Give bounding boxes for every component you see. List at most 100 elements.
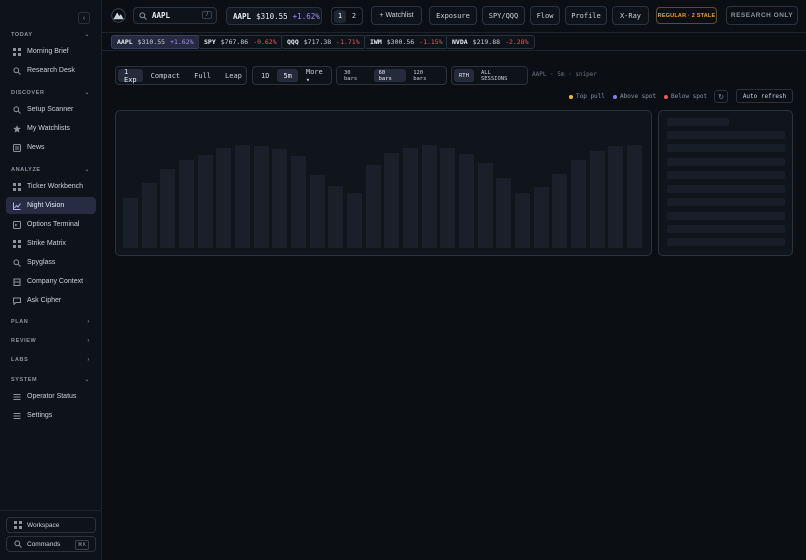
expiry-full[interactable]: Full [188, 69, 217, 82]
spy-qqq-button[interactable]: SPY/QQQ [482, 6, 525, 25]
legend-above-spot: Above spot [613, 93, 656, 100]
add-watchlist-button[interactable]: + Watchlist [371, 6, 422, 25]
list-icon [12, 392, 21, 401]
exposure-button[interactable]: Exposure [429, 6, 477, 25]
sidebar-item-ask-cipher[interactable]: Ask Cipher [6, 292, 96, 309]
skeleton-bar [310, 175, 325, 248]
skeleton-line [667, 198, 785, 206]
commands-shortcut: ⌘K [74, 540, 89, 550]
search-input[interactable] [152, 11, 202, 20]
legend-top-pull: Top pull [569, 93, 605, 100]
section-system[interactable]: SYSTEM ⌄ [11, 376, 90, 384]
sidebar-item-my-watchlists[interactable]: My Watchlists [6, 120, 96, 137]
flow-button[interactable]: Flow [530, 6, 560, 25]
sidebar-item-label: Ticker Workbench [27, 183, 84, 190]
skeleton-bar [216, 148, 231, 248]
skeleton-bar [384, 153, 399, 248]
active-quote[interactable]: AAPL $310.55 +1.62% [226, 7, 322, 25]
skeleton-bar [627, 145, 642, 248]
profile-button[interactable]: Profile [565, 6, 607, 25]
timeframe-1d[interactable]: 1D [255, 69, 275, 82]
sidebar-item-ticker-workbench[interactable]: Ticker Workbench [6, 178, 96, 195]
skeleton-line [667, 144, 785, 152]
sidebar-item-label: Setup Scanner [27, 106, 74, 113]
ticker-search[interactable]: / [133, 7, 217, 24]
sidebar-item-options-terminal[interactable]: Options Terminal [6, 216, 96, 233]
top-bar: / AAPL $310.55 +1.62% 1 2 + Watchlist Ex… [102, 0, 806, 32]
sidebar-item-label: Research Desk [27, 67, 75, 74]
session-rth[interactable]: RTH [454, 69, 474, 82]
timeframe-more[interactable]: More ▾ [300, 68, 329, 84]
tape-item-nvda[interactable]: NVDA $219.88 -2.28% [446, 35, 535, 49]
chevron-down-icon: ⌄ [84, 167, 90, 173]
skeleton-line [667, 225, 785, 233]
sidebar-item-company-context[interactable]: Company Context [6, 273, 96, 290]
section-today[interactable]: TODAY ⌄ [11, 31, 90, 39]
sidebar-item-research-desk[interactable]: Research Desk [6, 62, 96, 79]
auto-refresh-button[interactable]: Auto refresh [736, 89, 793, 103]
workspace-label: Workspace [27, 521, 60, 529]
chart-context-label: AAPL · 5m · sniper [532, 71, 598, 78]
grid-icon [12, 47, 21, 56]
search-icon [13, 540, 22, 549]
sidebar-item-label: Night Vision [27, 202, 65, 209]
sidebar-item-strike-matrix[interactable]: Strike Matrix [6, 235, 96, 252]
sidebar-divider [0, 510, 102, 511]
skeleton-line [667, 118, 729, 126]
sidebar-item-news[interactable]: News [6, 139, 96, 156]
tape-item-iwm[interactable]: IWM $300.56 -1.15% [364, 35, 449, 49]
skeleton-line [667, 238, 785, 246]
sidebar-item-label: News [27, 144, 45, 151]
sidebar-item-setup-scanner[interactable]: Setup Scanner [6, 101, 96, 118]
skeleton-bar [198, 155, 213, 248]
chevron-right-icon: › [87, 338, 90, 344]
section-labs[interactable]: LABS › [11, 357, 90, 363]
skeleton-bar [478, 163, 493, 248]
section-plan[interactable]: PLAN › [11, 319, 90, 325]
skeleton-bar [366, 165, 381, 248]
skeleton-line [667, 185, 785, 193]
quote-price: $310.55 [256, 11, 288, 21]
sidebar-item-label: Settings [27, 412, 53, 419]
workspace-button[interactable]: Workspace [6, 517, 96, 533]
commands-button[interactable]: Commands ⌘K [6, 536, 96, 552]
skeleton-line [667, 131, 785, 139]
ticker-tape: AAPL $310.55 +1.62% SPY $767.86 -0.62% Q… [102, 32, 806, 51]
session-all[interactable]: ALL SESSIONS [476, 69, 525, 82]
section-discover[interactable]: DISCOVER ⌄ [11, 89, 90, 97]
sidebar-item-operator-status[interactable]: Operator Status [6, 388, 96, 405]
layout-option-1[interactable]: 1 [334, 9, 346, 23]
collapse-sidebar-button[interactable]: ‹ [78, 12, 90, 24]
x-ray-button[interactable]: X-Ray [612, 6, 649, 25]
skeleton-bar [534, 187, 549, 248]
expiry-selector: 1 Exp Compact Full Leap [115, 66, 247, 85]
section-review[interactable]: REVIEW › [11, 338, 90, 344]
grid-icon [12, 182, 21, 191]
sidebar-item-morning-brief[interactable]: Morning Brief [6, 43, 96, 60]
sidebar-item-label: My Watchlists [27, 125, 70, 132]
sidebar-item-settings[interactable]: Settings [6, 407, 96, 424]
layout-option-2[interactable]: 2 [348, 10, 360, 23]
bars-30[interactable]: 30 bars [339, 69, 372, 82]
expiry-compact[interactable]: Compact [145, 69, 187, 82]
timeframe-5m[interactable]: 5m [277, 69, 298, 82]
research-only-badge: RESEARCH ONLY [726, 6, 798, 25]
chevron-down-icon: ⌄ [84, 32, 90, 38]
bars-120[interactable]: 120 bars [408, 69, 444, 82]
sidebar-item-spyglass[interactable]: Spyglass [6, 254, 96, 271]
expiry-1-exp[interactable]: 1 Exp [118, 68, 143, 84]
expiry-leap[interactable]: Leap [219, 69, 248, 82]
tape-item-qqq[interactable]: QQQ $717.38 -1.71% [281, 35, 366, 49]
skeleton-bar [422, 145, 437, 248]
sidebar-item-night-vision[interactable]: Night Vision [6, 197, 96, 214]
skeleton-bar [291, 156, 306, 248]
chevron-right-icon: › [87, 319, 90, 325]
bars-60[interactable]: 60 bars [373, 69, 407, 82]
tape-item-spy[interactable]: SPY $767.86 -0.62% [198, 35, 283, 49]
news-icon [12, 143, 21, 152]
tape-item-aapl[interactable]: AAPL $310.55 +1.62% [111, 35, 200, 49]
refresh-icon[interactable]: ↻ [714, 90, 728, 103]
section-analyze[interactable]: ANALYZE ⌄ [11, 166, 90, 174]
skeleton-bar [328, 186, 343, 248]
session-selector: RTH ALL SESSIONS [451, 66, 528, 85]
